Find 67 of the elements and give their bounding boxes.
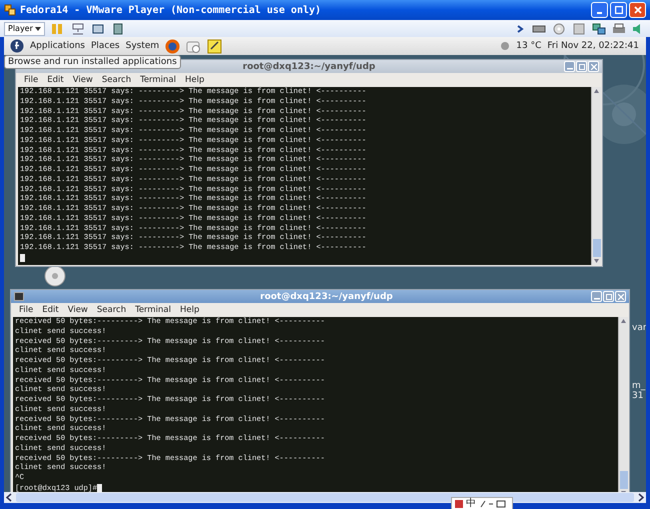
player-menu-button[interactable]: Player xyxy=(4,22,46,36)
close-button[interactable] xyxy=(629,2,646,18)
scrollbar[interactable] xyxy=(618,317,628,492)
minimize-button[interactable] xyxy=(564,61,575,72)
temperature-text: 13 °C xyxy=(516,41,542,51)
scrollbar-thumb[interactable] xyxy=(620,471,628,489)
menu-item[interactable]: Search xyxy=(102,75,132,85)
maximize-icon xyxy=(578,64,584,70)
menu-item[interactable]: Edit xyxy=(42,305,59,315)
clock-text[interactable]: Fri Nov 22, 02:22:41 xyxy=(547,41,639,51)
minimize-button[interactable] xyxy=(591,291,602,302)
menu-item[interactable]: Terminal xyxy=(135,305,171,315)
scroll-up-icon[interactable] xyxy=(619,317,628,325)
menu-item[interactable]: Help xyxy=(185,75,204,85)
desktop-icon-label[interactable]: m_ xyxy=(632,381,646,391)
input-method-label[interactable]: 中 xyxy=(466,499,476,509)
scroll-right-icon[interactable] xyxy=(636,493,646,502)
menu-item[interactable]: File xyxy=(19,305,34,315)
close-icon xyxy=(634,6,642,14)
cd-icon[interactable] xyxy=(552,22,566,34)
terminal-title: root@dxq123:~/yanyf/udp xyxy=(260,292,393,302)
caret-icon xyxy=(35,27,42,31)
menu-item[interactable]: Help xyxy=(180,305,200,315)
scrollbar[interactable] xyxy=(591,87,601,265)
chevron-icon[interactable] xyxy=(516,22,526,34)
maximize-button[interactable] xyxy=(576,61,587,72)
maximize-icon xyxy=(614,6,622,14)
tooltip: Browse and run installed applications xyxy=(4,55,181,69)
printer-icon[interactable] xyxy=(612,22,626,34)
panel-menu-item[interactable]: Places xyxy=(90,41,120,51)
scrollbar-thumb[interactable] xyxy=(592,239,600,257)
panel-menu-item[interactable]: System xyxy=(126,41,160,51)
text-cursor xyxy=(97,484,102,492)
minimize-button[interactable] xyxy=(591,2,608,18)
fedora-logo-icon[interactable] xyxy=(10,39,24,53)
menu-item[interactable]: File xyxy=(24,75,38,85)
close-button[interactable] xyxy=(615,291,626,302)
mail-icon[interactable] xyxy=(186,38,202,54)
firefox-icon[interactable] xyxy=(165,38,180,54)
network-icon[interactable] xyxy=(71,22,86,34)
menu-item[interactable]: Search xyxy=(96,305,126,315)
menu-item[interactable]: View xyxy=(72,75,93,85)
maximize-button[interactable] xyxy=(603,291,614,302)
desktop-icon-label[interactable]: 31 xyxy=(632,391,644,401)
floppy-icon[interactable] xyxy=(572,22,586,34)
menu-item[interactable]: View xyxy=(68,305,88,315)
menu-item[interactable]: Terminal xyxy=(140,75,176,85)
maximize-icon xyxy=(606,294,612,300)
network-adapter-icon[interactable] xyxy=(592,22,606,34)
cd-drive-icon[interactable] xyxy=(44,265,66,287)
panel-menu-item[interactable]: Applications xyxy=(30,41,85,51)
window-title: Fedora14 - VMware Player (Non-commercial use only) xyxy=(20,4,322,16)
language-bar[interactable]: 中 xyxy=(451,497,513,509)
weather-icon xyxy=(500,41,510,51)
fullscreen-icon[interactable] xyxy=(91,22,106,34)
maximize-button[interactable] xyxy=(610,2,627,18)
text-cursor xyxy=(20,254,24,262)
close-button[interactable] xyxy=(588,61,599,72)
close-icon xyxy=(618,294,624,300)
scroll-down-icon[interactable] xyxy=(592,257,601,265)
terminal-title: root@dxq123:~/yanyf/udp xyxy=(242,62,376,72)
scroll-left-icon[interactable] xyxy=(4,493,14,502)
scroll-up-icon[interactable] xyxy=(592,87,601,95)
menu-item[interactable]: Edit xyxy=(47,75,64,85)
terminal-icon xyxy=(14,292,24,301)
notes-icon[interactable] xyxy=(207,38,222,54)
close-icon xyxy=(590,64,596,70)
